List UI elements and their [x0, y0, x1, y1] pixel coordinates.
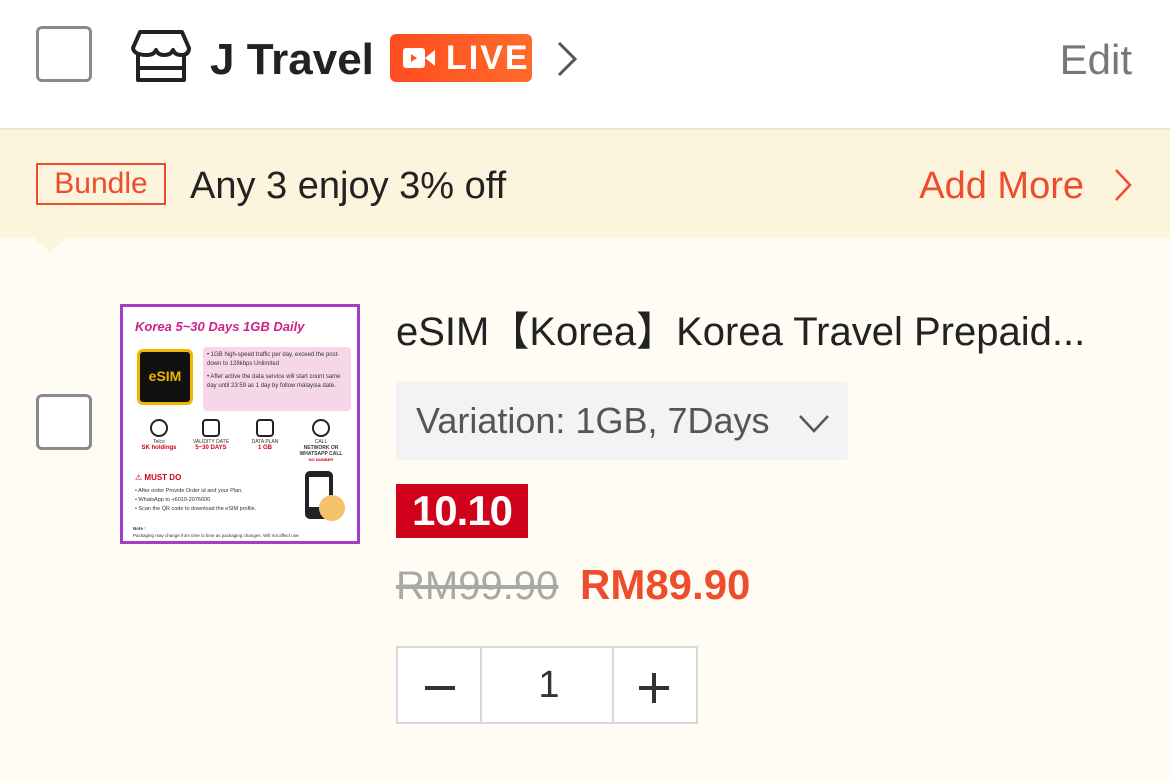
- dataplan-value: 1 GB: [257, 445, 272, 451]
- video-camera-icon: [403, 48, 435, 68]
- shop-header: J Travel LIVE Edit: [0, 0, 1170, 130]
- shop-name[interactable]: J Travel: [210, 34, 374, 86]
- calendar-icon: [202, 419, 220, 437]
- original-price: RM99.90: [396, 564, 559, 608]
- call-cell: CALL NETWORK OR WHATSAPP CALL NO NUMBER: [299, 419, 343, 462]
- must-do-heading: ⚠ MUST DO: [135, 473, 182, 482]
- must-do-list: • After order Provide Order id and your …: [135, 487, 295, 514]
- decrease-quantity-button[interactable]: [398, 648, 482, 722]
- info-line: • 1GB high-speed traffic per day, exceed…: [207, 352, 340, 367]
- dataplan-cell: DATA PLAN 1 GB: [243, 419, 287, 451]
- chevron-right-icon[interactable]: [1114, 168, 1132, 202]
- antenna-icon: [150, 419, 168, 437]
- validity-value: 5~30 DAYS: [195, 445, 227, 451]
- edit-button[interactable]: Edit: [1060, 36, 1132, 84]
- must-do-item: • After order Provide Order id and your …: [135, 488, 243, 494]
- image-note: Note : Packaging may change from time to…: [133, 526, 300, 538]
- product-image[interactable]: Korea 5~30 Days 1GB Daily eSIM • 1GB hig…: [120, 304, 360, 544]
- bundle-tag: Bundle: [36, 163, 166, 205]
- globe-phone-icon: [256, 419, 274, 437]
- live-label: LIVE: [446, 39, 530, 77]
- chevron-down-icon: [799, 415, 829, 433]
- bundle-description: Any 3 enjoy 3% off: [190, 165, 507, 207]
- shop-icon: [131, 30, 191, 82]
- quantity-stepper: 1: [396, 646, 698, 724]
- item-select-checkbox[interactable]: [36, 394, 92, 450]
- image-info-box: • 1GB high-speed traffic per day, exceed…: [203, 347, 351, 411]
- telco-cell: Telco SK holdings: [137, 419, 181, 451]
- chevron-right-icon[interactable]: [556, 40, 578, 78]
- promo-badge: 10.10: [396, 484, 528, 538]
- bundle-pointer: [34, 238, 66, 252]
- increase-quantity-button[interactable]: [612, 648, 696, 722]
- current-price: RM89.90: [580, 561, 751, 608]
- product-title[interactable]: eSIM【Korea】Korea Travel Prepaid...: [396, 308, 1085, 356]
- call-note: NO NUMBER: [308, 457, 334, 462]
- info-line: • After active the data service will sta…: [207, 374, 341, 389]
- call-value: NETWORK OR WHATSAPP CALL: [299, 445, 343, 457]
- must-do-item: • Scan the QR code to download the eSIM …: [135, 506, 257, 512]
- shop-select-checkbox[interactable]: [36, 26, 92, 82]
- must-do-item: • WhatsApp to +6010-2076600: [135, 497, 211, 503]
- chip-label: eSIM: [148, 368, 182, 384]
- hand-graphic: [319, 495, 345, 521]
- validity-cell: VALIDITY DATE 5~30 DAYS: [189, 419, 233, 451]
- live-badge[interactable]: LIVE: [390, 34, 532, 82]
- phone-call-icon: [312, 419, 330, 437]
- add-more-link[interactable]: Add More: [919, 164, 1084, 208]
- minus-icon: [425, 686, 455, 690]
- telco-brand: SK holdings: [141, 445, 177, 451]
- image-title: Korea 5~30 Days 1GB Daily: [135, 319, 305, 334]
- variation-selector[interactable]: Variation: 1GB, 7Days: [396, 382, 848, 460]
- variation-text: Variation: 1GB, 7Days: [416, 400, 770, 441]
- plus-icon: [639, 673, 669, 703]
- esim-chip-graphic: eSIM: [137, 349, 193, 405]
- quantity-input[interactable]: 1: [482, 648, 616, 722]
